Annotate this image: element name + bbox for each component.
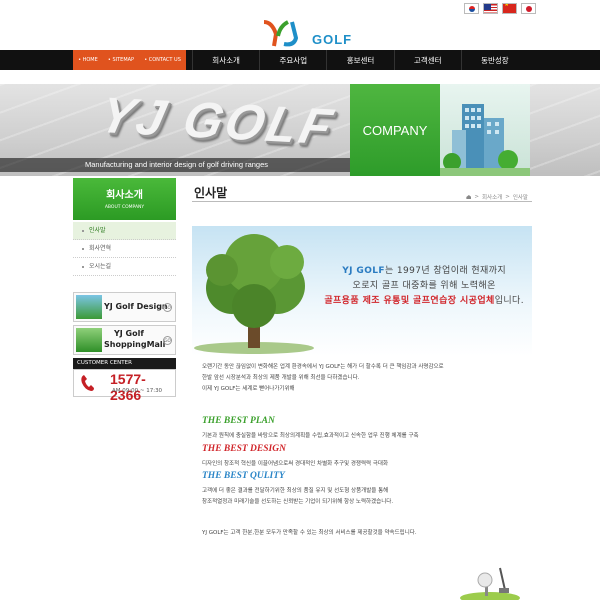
building-icon [440, 104, 530, 176]
golf-design-thumb [76, 295, 102, 319]
greeting-hero: YJ GOLF는 1997년 창업이래 현재까지 오로지 골프 대중화를 위해 … [192, 226, 532, 356]
building-image [440, 84, 530, 176]
top-nav: • HOME • SITEMAP • CONTACT US 회사소개 주요사업 … [0, 50, 600, 70]
sidebar-item-location[interactable]: 오시는길 [73, 258, 176, 276]
breadcrumb: > 회사소개 > 인사말 [466, 193, 528, 201]
greeting-hero-text: YJ GOLF는 1997년 창업이래 현재까지 오로지 골프 대중화를 위해 … [324, 264, 524, 309]
golf-ball-icon [460, 567, 520, 600]
go-icon: GO [163, 303, 172, 312]
breadcrumb-current: 인사말 [512, 195, 528, 201]
customer-center-header: CUSTOMER CENTER [73, 358, 176, 369]
best-quality-line-1: 고객에 더 좋은 결과를 전달하기위한 최상의 품질 유지 및 선도형 상품개발… [202, 488, 389, 494]
intro-line-3: 이제 YJ GOLF는 세계로 뻗어나가기위해 [202, 386, 295, 392]
menu-business[interactable]: 주요사업 [259, 50, 326, 70]
best-quality-title: THE BEST QULITY [202, 471, 285, 481]
jp-flag-icon[interactable] [521, 3, 536, 14]
best-quality-line-2: 창조적열정과 미래기술을 선도하는 신뢰받는 기업이 되기위해 항상 노력하겠습… [202, 499, 394, 505]
title-divider [192, 201, 532, 202]
banner-tagline: Manufacturing and interior design of gol… [85, 160, 269, 169]
business-hours: AM 09:00 ~ 17:30 [112, 388, 163, 394]
sidebar-item-history[interactable]: 회사연혁 [73, 240, 176, 258]
hero-line1: 는 1997년 창업이래 현재까지 [384, 266, 507, 276]
menu-partnership[interactable]: 동반성장 [460, 50, 528, 70]
menu-company[interactable]: 회사소개 [192, 50, 259, 70]
phone-number[interactable]: 1577-2366 [110, 371, 175, 403]
breadcrumb-sep: > [474, 194, 479, 200]
closing-text: YJ GOLF는 고객 한분,한분 모두가 만족할 수 있는 최상의 서비스를 … [202, 530, 417, 536]
sidebar-item-greeting[interactable]: 인사말 [73, 222, 176, 240]
home-icon[interactable] [466, 195, 472, 199]
best-plan-title: THE BEST PLAN [202, 416, 275, 426]
site-logo[interactable]: GOLF [262, 18, 352, 48]
shopping-mall-button[interactable]: YJ Golf ShoppingMall GO [73, 325, 176, 355]
main-menu: 회사소개 주요사업 홍보센터 고객센터 동반성장 [192, 50, 528, 70]
intro-paragraph: 오랜기간 동안 끊임없이 변화해온 업계 환경속에서 YJ GOLF는 해가 더… [202, 362, 522, 395]
best-plan-text: 기본과 원칙에 충실함을 바탕으로 최상의계획을 수립,효과적이고 신속한 업무… [202, 433, 419, 439]
sidebar-menu: 인사말 회사연혁 오시는길 [73, 222, 176, 276]
hero-line2: 오로지 골프 대중화를 위해 노력해온 [352, 281, 496, 291]
customer-center-box: 1577-2366 AM 09:00 ~ 17:30 [73, 369, 176, 403]
intro-line-1: 오랜기간 동안 끊임없이 변화해온 업계 환경속에서 YJ GOLF는 해가 더… [202, 364, 444, 370]
sitemap-link[interactable]: • SITEMAP [108, 57, 134, 63]
logo-text: GOLF [312, 32, 353, 47]
golf-design-label: YJ Golf Design [104, 302, 168, 311]
page-title: 인사말 [194, 186, 228, 200]
menu-pr[interactable]: 홍보센터 [326, 50, 393, 70]
go-icon: GO [163, 336, 172, 345]
sidebar-header: 회사소개 ABOUT COMPANY [73, 178, 176, 220]
us-flag-icon[interactable] [483, 3, 498, 14]
breadcrumb-company[interactable]: 회사소개 [482, 193, 502, 201]
yj-logo-icon [263, 20, 299, 47]
language-flags [464, 3, 536, 14]
sidebar-title: 회사소개 [106, 190, 143, 201]
best-design-text: 디자인의 창조적 혁신을 이끌어냄으로써 경대적인 차별화 추구및 경쟁력력 극… [202, 461, 389, 467]
shopping-mall-thumb [76, 328, 102, 352]
banner-logo: YJ GOLF [94, 86, 341, 156]
menu-customer[interactable]: 고객센터 [393, 50, 461, 70]
home-link[interactable]: • HOME [78, 57, 98, 63]
contact-link[interactable]: • CONTACT US [144, 57, 181, 63]
sidebar-subtitle: ABOUT COMPANY [104, 205, 145, 210]
hero-highlight: 골프용품 제조 유통및 골프연습장 시공업체 [324, 296, 495, 306]
shopping-mall-label-1: YJ Golf [114, 329, 144, 338]
golf-design-button[interactable]: YJ Golf Design GO [73, 292, 176, 322]
breadcrumb-sep: > [505, 194, 510, 200]
utility-links: • HOME • SITEMAP • CONTACT US [73, 50, 186, 70]
shopping-mall-label-2: ShoppingMall [104, 340, 166, 349]
intro-line-2: 한발 앞선 시장분석과 최상의 제품 개발을 위해 최선을 다하겠습니다. [202, 375, 360, 381]
phone-icon [81, 375, 94, 391]
tree-icon [194, 234, 314, 354]
cn-flag-icon[interactable] [502, 3, 517, 14]
best-design-title: THE BEST DESIGN [202, 444, 286, 454]
company-panel: COMPANY [350, 84, 440, 176]
hero-brand: YJ GOLF [342, 266, 385, 276]
best-quality-text: 고객에 더 좋은 결과를 전달하기위한 최상의 품질 유지 및 선도형 상품개발… [202, 486, 522, 508]
kr-flag-icon[interactable] [464, 3, 479, 14]
hero-line3: 입니다. [494, 296, 524, 306]
